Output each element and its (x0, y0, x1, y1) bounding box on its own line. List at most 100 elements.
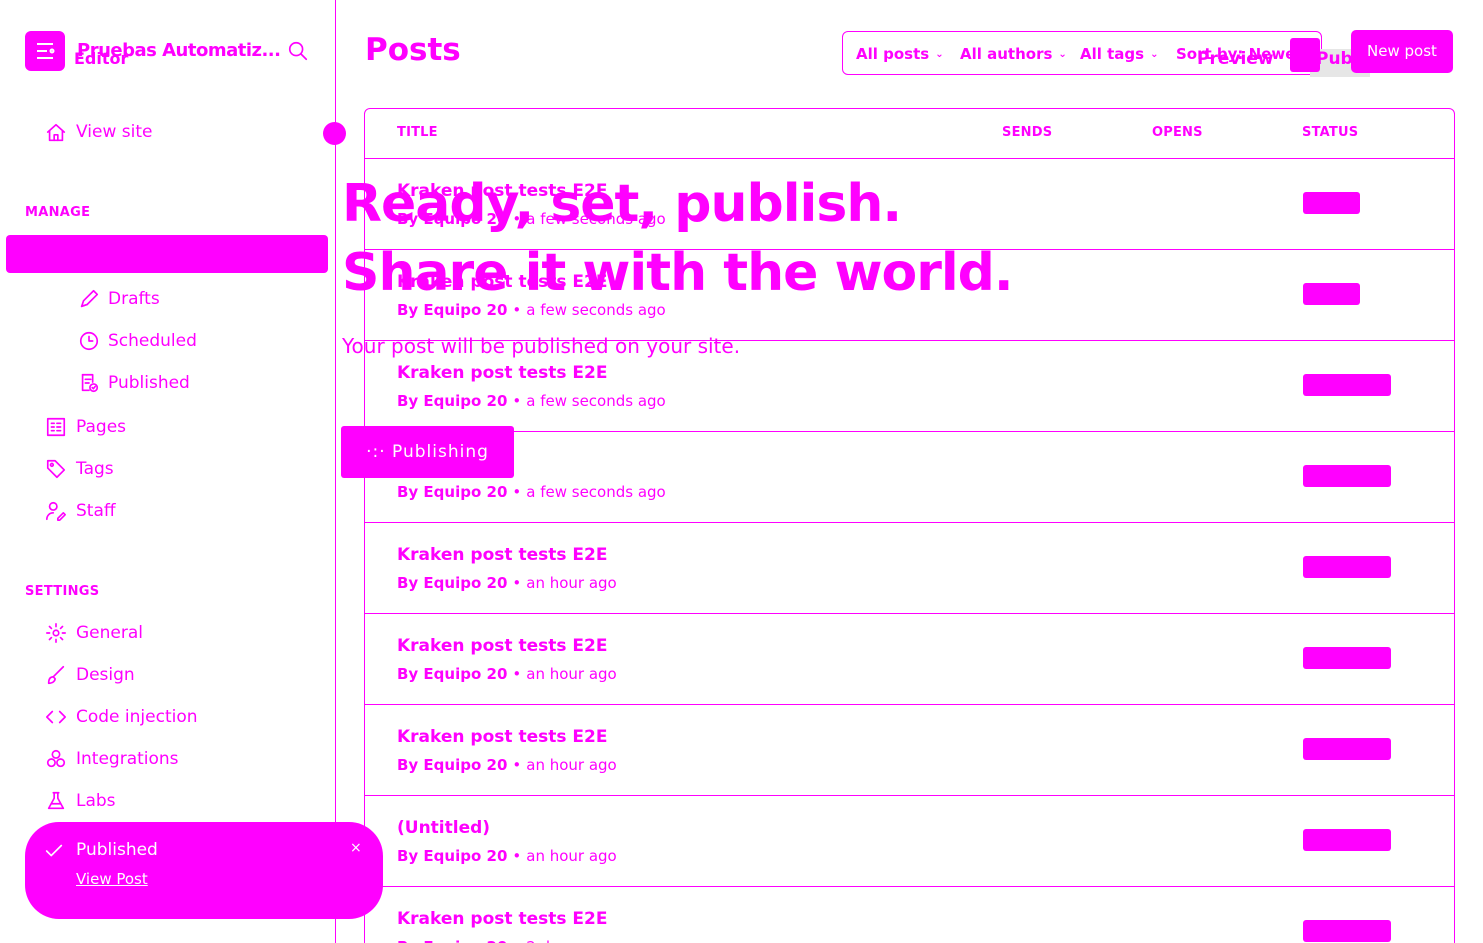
settings-heading: SETTINGS (25, 584, 100, 599)
toast-title: Published (76, 840, 158, 860)
status-badge (1303, 192, 1360, 214)
toast-close-icon[interactable]: × (350, 840, 362, 856)
post-meta: By Equipo 20 • a few seconds ago (397, 392, 666, 410)
tag-icon (45, 458, 67, 480)
table-row[interactable]: By Equipo 20 • a few seconds ago (364, 431, 1455, 522)
sidebar-item-general[interactable]: General (76, 623, 143, 643)
filter-tags-dropdown[interactable]: All tags ⌄ (1080, 45, 1158, 63)
table-row[interactable]: Kraken post tests E2E By Equipo 20 • 2 days… (364, 886, 1455, 943)
toast-view-post-link[interactable]: View Post (76, 870, 148, 888)
filter-tags-label: All tags (1080, 45, 1145, 63)
sidebar-item-tags[interactable]: Tags (76, 459, 114, 479)
sidebar-item-staff[interactable]: Staff (76, 501, 116, 521)
post-author: By Equipo 20 (397, 938, 507, 943)
meta-separator: • (512, 847, 522, 865)
post-meta: By Equipo 20 • an hour ago (397, 847, 617, 865)
publishing-button-label: Publishing (392, 442, 489, 462)
post-time: an hour ago (526, 665, 617, 683)
integrations-icon (45, 748, 67, 770)
post-time: an hour ago (526, 574, 617, 592)
post-time: 2 days ago (526, 938, 608, 943)
brush-icon (45, 664, 67, 686)
status-badge (1303, 465, 1391, 487)
sidebar-item-labs[interactable]: Labs (76, 791, 116, 811)
status-badge (1303, 829, 1391, 851)
table-row[interactable]: (Untitled) By Equipo 20 • an hour ago (364, 795, 1455, 886)
meta-separator: • (512, 938, 521, 943)
filter-authors-dropdown[interactable]: All authors ⌄ (960, 45, 1067, 63)
filter-posts-dropdown[interactable]: All posts ⌄ (856, 45, 944, 63)
meta-separator: • (512, 665, 522, 683)
post-title[interactable]: Kraken post tests E2E (397, 636, 607, 656)
sidebar-item-integrations[interactable]: Integrations (76, 749, 179, 769)
column-header-status: STATUS (1302, 125, 1359, 140)
sidebar-item-pages[interactable]: Pages (76, 417, 126, 437)
post-author: By Equipo 20 (397, 847, 508, 865)
status-badge (1303, 556, 1391, 578)
sidebar-item-published[interactable]: Published (108, 373, 190, 393)
publish-dropdown-chip[interactable] (1290, 38, 1320, 72)
publish-modal-subtitle: Your post will be published on your site… (342, 334, 741, 358)
staff-icon (45, 500, 67, 522)
post-author: By Equipo 20 (397, 392, 508, 410)
flask-icon (45, 790, 67, 812)
chevron-down-icon: ⌄ (1150, 49, 1159, 60)
status-badge (1303, 738, 1391, 760)
pages-icon (45, 416, 67, 438)
clock-icon (78, 330, 100, 352)
published-doc-icon (78, 372, 100, 394)
sidebar-item-design[interactable]: Design (76, 665, 135, 685)
post-title[interactable]: (Untitled) (397, 818, 490, 838)
status-badge (1303, 647, 1391, 669)
filter-posts-label: All posts (856, 45, 930, 63)
manage-heading: MANAGE (25, 205, 91, 220)
table-row[interactable]: Kraken post tests E2E By Equipo 20 • an hou… (364, 522, 1455, 613)
meta-separator: • (512, 756, 522, 774)
chevron-down-icon: ⌄ (1058, 49, 1067, 60)
post-time: a few seconds ago (526, 392, 666, 410)
pencil-icon (78, 288, 100, 310)
post-title[interactable]: Kraken post tests E2E (397, 909, 607, 929)
post-author: By Equipo 20 (397, 665, 508, 683)
sidebar-item-posts[interactable] (6, 235, 328, 273)
post-title[interactable]: Kraken post tests E2E (397, 363, 607, 383)
sidebar-collapse-handle[interactable] (323, 122, 346, 145)
publishing-button[interactable]: ·:· Publishing (341, 426, 514, 478)
post-meta: By Equipo 20 • an hour ago (397, 756, 617, 774)
post-meta: By Equipo 20 • 2 days ago (397, 938, 609, 943)
preview-button[interactable]: Preview (1197, 49, 1274, 69)
post-title[interactable]: Kraken post tests E2E (397, 727, 607, 747)
search-icon[interactable] (287, 40, 309, 62)
page-title: Posts (365, 32, 461, 68)
publish-modal-headline: Ready, set, publish. Share it with the w… (342, 170, 1014, 308)
sidebar-item-code-injection[interactable]: Code injection (76, 707, 198, 727)
gear-icon (45, 622, 67, 644)
post-meta: By Equipo 20 • an hour ago (397, 574, 617, 592)
publish-modal-headline-line-1: Ready, set, publish. (342, 174, 902, 234)
column-header-opens: OPENS (1152, 125, 1203, 140)
sidebar-item-drafts[interactable]: Drafts (108, 289, 160, 309)
column-header-title: TITLE (397, 125, 438, 140)
post-author: By Equipo 20 (397, 574, 508, 592)
post-meta: By Equipo 20 • an hour ago (397, 665, 617, 683)
column-header-sends: SENDS (1002, 125, 1053, 140)
post-title[interactable]: Kraken post tests E2E (397, 545, 607, 565)
table-row[interactable]: Kraken post tests E2E By Equipo 20 • an hou… (364, 613, 1455, 704)
status-badge (1303, 283, 1360, 305)
table-row[interactable]: Kraken post tests E2E By Equipo 20 • an hou… (364, 704, 1455, 795)
post-time: a few seconds ago (526, 483, 666, 501)
sidebar-item-view-site[interactable]: View site (76, 122, 152, 142)
status-badge (1303, 920, 1391, 942)
spinner-icon: ·:· (366, 442, 386, 462)
sidebar-item-scheduled[interactable]: Scheduled (108, 331, 197, 351)
new-post-button[interactable]: New post (1351, 30, 1453, 73)
site-logo-icon[interactable] (25, 31, 65, 71)
post-time: an hour ago (526, 847, 617, 865)
post-time: an hour ago (526, 756, 617, 774)
code-icon (45, 706, 67, 728)
meta-separator: • (512, 574, 522, 592)
editor-label: Editor (74, 49, 129, 68)
status-badge (1303, 374, 1391, 396)
post-author: By Equipo 20 (397, 756, 508, 774)
chevron-down-icon: ⌄ (935, 49, 944, 60)
